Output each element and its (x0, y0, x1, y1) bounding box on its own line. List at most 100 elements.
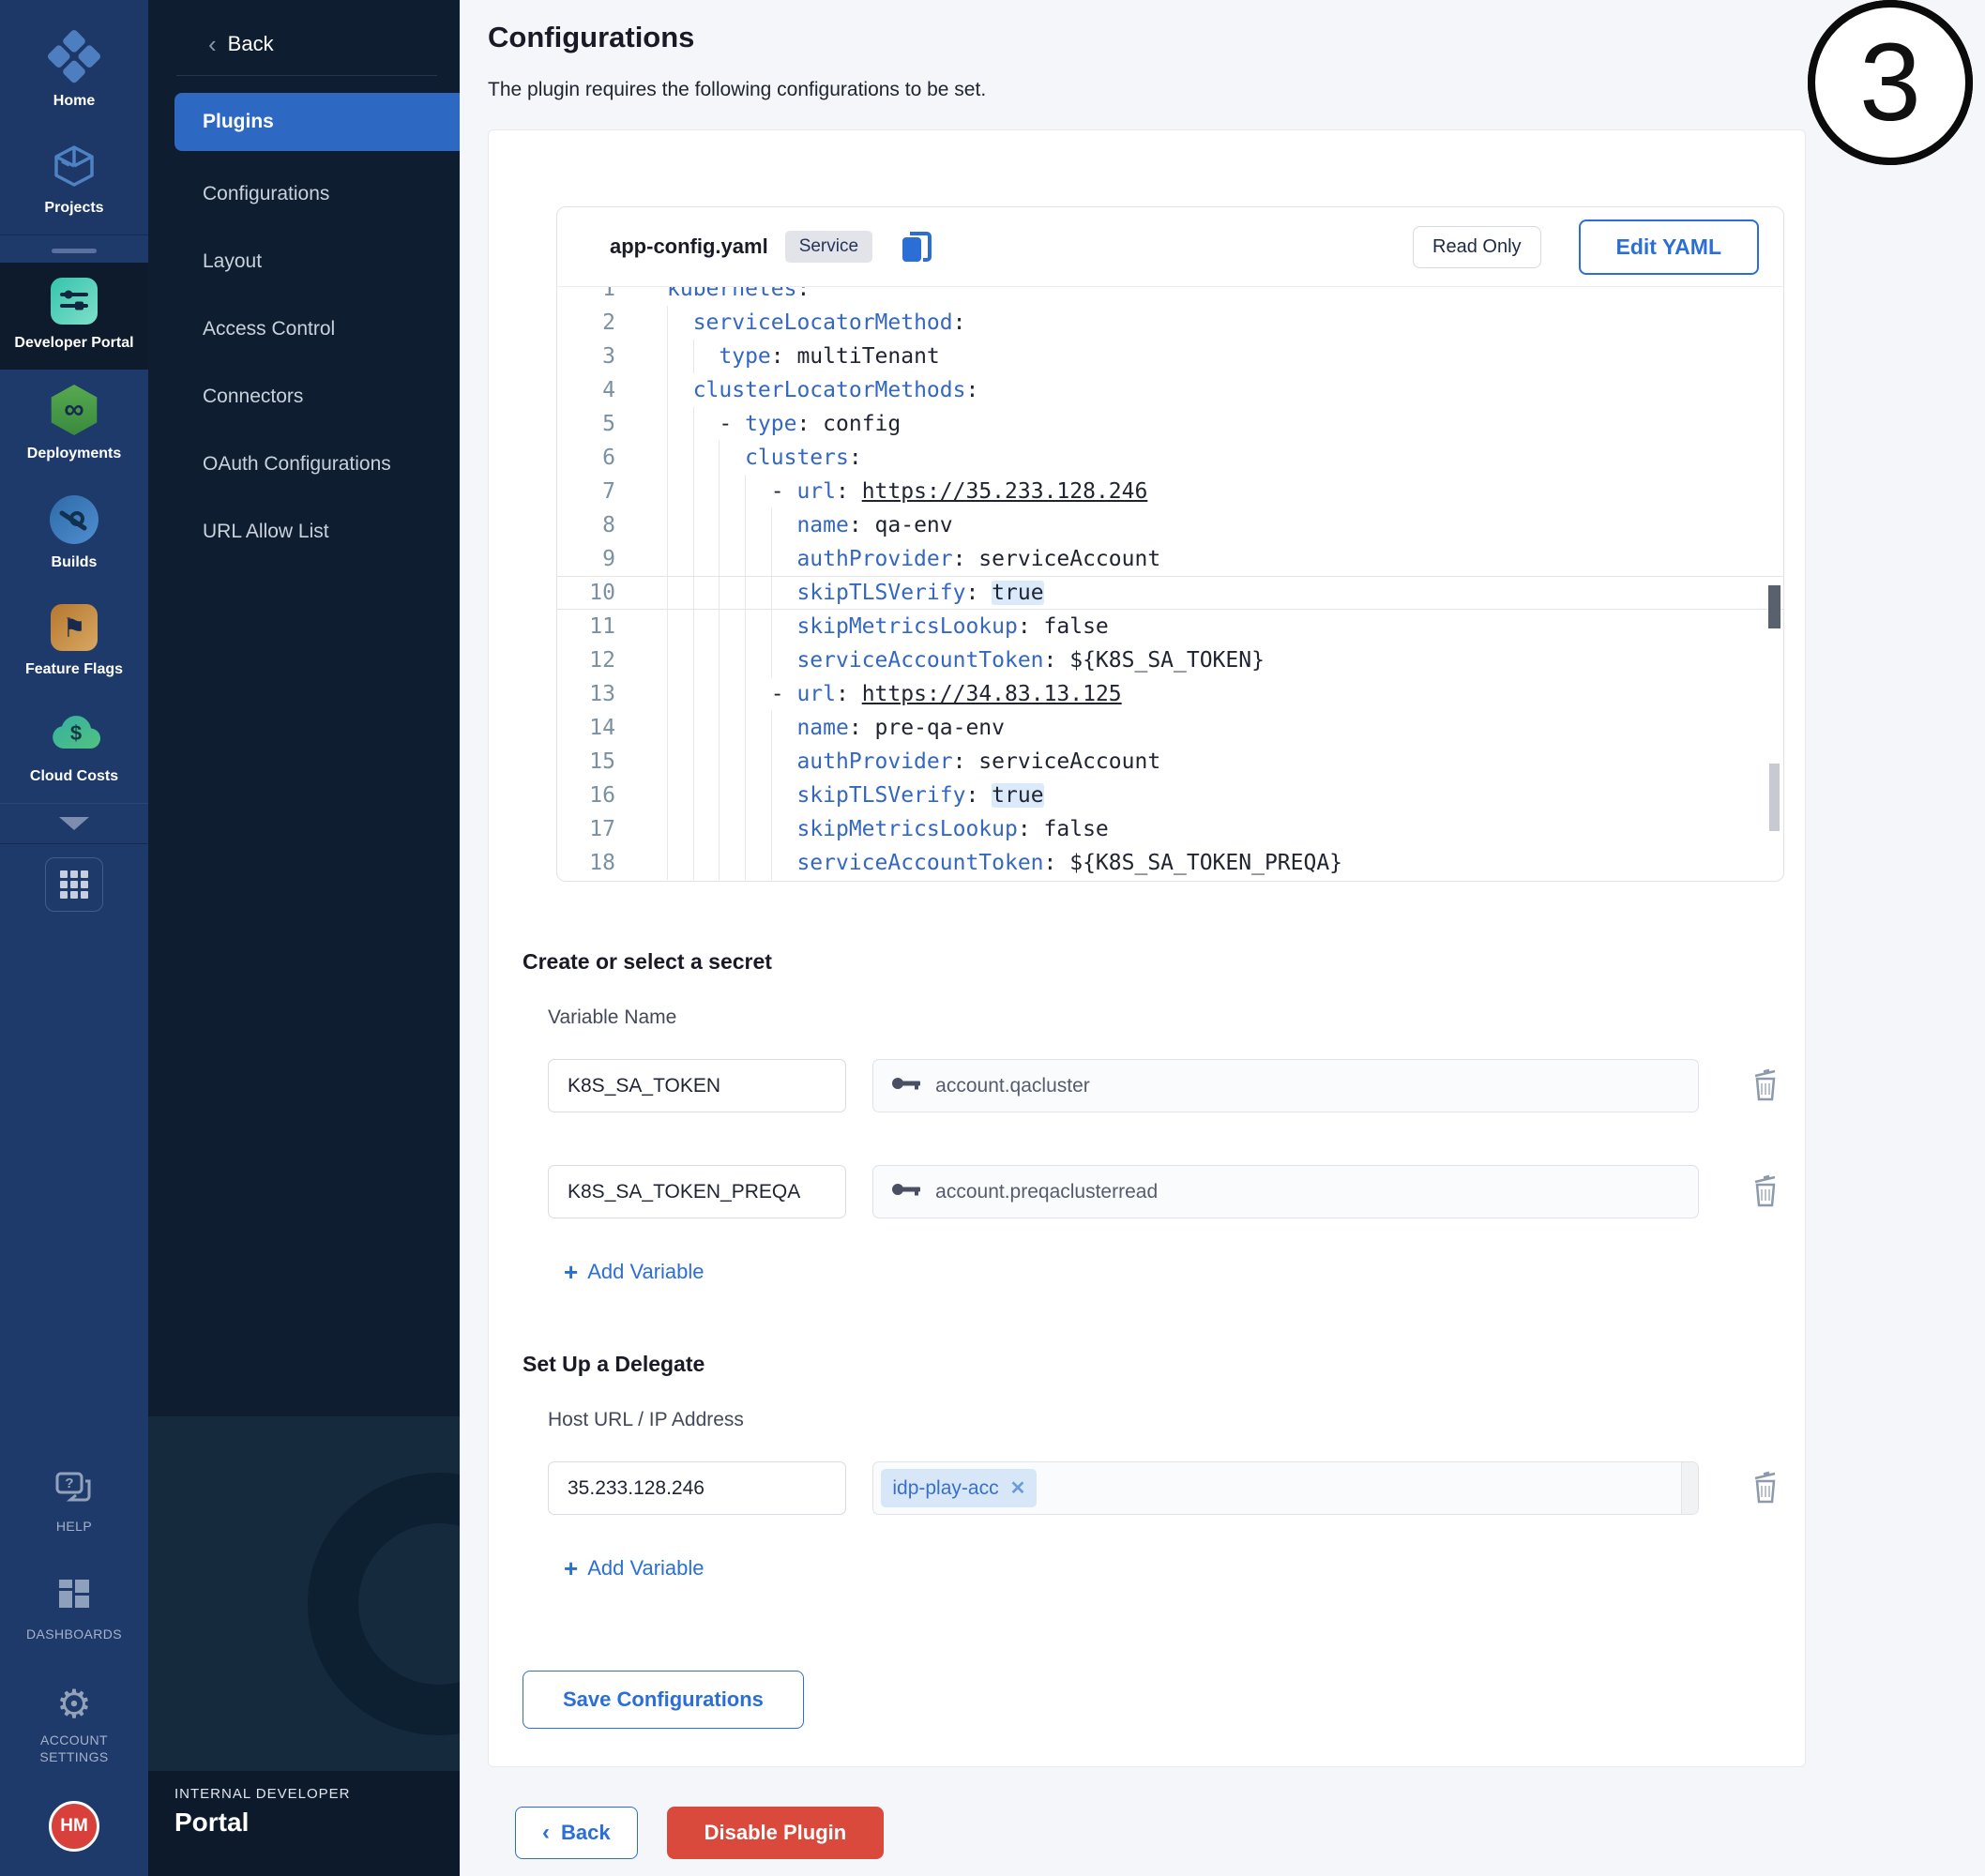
sidebar-item-feature-flags[interactable]: ⚑ Feature Flags (0, 589, 148, 696)
delete-variable-button[interactable] (1750, 1173, 1782, 1211)
sidebar-item-cloud-costs[interactable]: $ Cloud Costs (0, 696, 148, 803)
module-grid-button[interactable] (45, 857, 103, 912)
dashboards-icon (55, 1576, 93, 1618)
copy-icon[interactable] (897, 226, 936, 267)
code-line: 9authProvider: serviceAccount (557, 542, 1783, 576)
scrollbar-thumb[interactable] (1769, 764, 1780, 831)
sidebar-item-label: Developer Portal (14, 334, 133, 353)
yaml-code-viewport[interactable]: 1kubernetes:2serviceLocatorMethod:3type:… (557, 286, 1783, 881)
builds-icon (50, 495, 98, 544)
delegate-row: idp-play-acc ✕ (548, 1461, 1782, 1515)
sidebar-item-builds[interactable]: Builds (0, 480, 148, 589)
yaml-card-header: app-config.yaml Service Read Only Edit Y… (557, 207, 1783, 286)
plus-icon: + (564, 1260, 578, 1284)
drag-handle[interactable] (52, 249, 97, 253)
deployments-icon: ∞ (49, 385, 99, 435)
code-line: 14name: pre-qa-env (557, 711, 1783, 745)
variable-name-label: Variable Name (548, 1006, 1782, 1029)
svg-text:$: $ (70, 721, 82, 745)
sidebar-collapse-zone (0, 803, 148, 844)
remove-tag-icon[interactable]: ✕ (1010, 1476, 1026, 1500)
chevron-left-icon: ‹ (208, 32, 217, 56)
host-url-input[interactable] (548, 1461, 846, 1515)
sidebar-item-label: Home (53, 92, 95, 111)
sidebar-item-developer-portal[interactable]: Developer Portal (0, 263, 148, 370)
code-line: 11skipMetricsLookup: false (557, 610, 1783, 643)
sidebar-item-label: Builds (52, 553, 98, 572)
svg-text:?: ? (65, 1475, 73, 1491)
sidebar-item-deployments[interactable]: ∞ Deployments (0, 370, 148, 480)
nav-item-url-allow-list[interactable]: URL Allow List (148, 498, 460, 566)
sidebar-item-projects[interactable]: Projects (0, 128, 148, 234)
projects-cube-icon (51, 143, 98, 189)
feature-flags-icon: ⚑ (51, 604, 98, 651)
user-avatar[interactable]: HM (49, 1801, 99, 1852)
code-line: 3type: multiTenant (557, 340, 1783, 373)
chevron-down-icon[interactable] (59, 817, 89, 830)
sidebar-item-account-settings[interactable]: ⚙ ACCOUNT SETTINGS (0, 1664, 148, 1786)
back-button[interactable]: ‹ Back (515, 1807, 638, 1859)
sidebar-item-dashboards[interactable]: DASHBOARDS (0, 1555, 148, 1663)
annotation-circle-3: 3 (1808, 0, 1973, 165)
nav-back[interactable]: ‹ Back (148, 0, 460, 75)
code-line: 5- type: config (557, 407, 1783, 441)
add-variable-link[interactable]: + Add Variable (564, 1260, 705, 1284)
secrets-heading: Create or select a secret (523, 949, 1782, 975)
secret-select-field[interactable]: account.qacluster (872, 1059, 1699, 1112)
main-content: Configurations The plugin requires the f… (460, 0, 1985, 1876)
module-sidebar-top: Home Projects (0, 0, 148, 234)
nav-item-layout[interactable]: Layout (148, 228, 460, 295)
gear-icon: ⚙ (56, 1685, 92, 1724)
add-host-link[interactable]: + Add Variable (564, 1556, 705, 1581)
secret-value: account.preqaclusterread (935, 1181, 1158, 1203)
code-line: 4clusterLocatorMethods: (557, 373, 1783, 407)
nav-item-oauth-configurations[interactable]: OAuth Configurations (148, 431, 460, 498)
nav-divider (176, 75, 437, 76)
nav-item-access-control[interactable]: Access Control (148, 295, 460, 363)
code-line: 7- url: https://35.233.128.246 (557, 475, 1783, 508)
code-line: 8name: qa-env (557, 508, 1783, 542)
code-line: 2serviceLocatorMethod: (557, 306, 1783, 340)
code-line: 18serviceAccountToken: ${K8S_SA_TOKEN_PR… (557, 846, 1783, 880)
code-line: 15authProvider: serviceAccount (557, 745, 1783, 779)
variable-name-input[interactable] (548, 1059, 846, 1112)
secret-value: account.qacluster (935, 1075, 1090, 1097)
tag-field-strip (1681, 1462, 1698, 1514)
page-title: Configurations (488, 21, 1985, 54)
edit-yaml-button[interactable]: Edit YAML (1579, 219, 1759, 275)
delete-delegate-button[interactable] (1750, 1470, 1782, 1507)
yaml-filename: app-config.yaml (610, 234, 768, 259)
disable-plugin-button[interactable]: Disable Plugin (667, 1807, 885, 1859)
sidebar-divider (0, 234, 148, 263)
code-line: 6clusters: (557, 441, 1783, 475)
variable-name-input[interactable] (548, 1165, 846, 1218)
yaml-editor-card: app-config.yaml Service Read Only Edit Y… (556, 206, 1784, 882)
sidebar-item-label: Deployments (27, 445, 121, 463)
sidebar-item-label: Projects (44, 199, 103, 218)
cloud-costs-icon: $ (51, 711, 98, 758)
delegate-tag-chip: idp-play-acc ✕ (881, 1469, 1037, 1507)
scrollbar-marker[interactable] (1768, 585, 1780, 628)
nav-item-connectors[interactable]: Connectors (148, 363, 460, 431)
help-icon: ? (53, 1470, 95, 1510)
code-line: 10skipTLSVerify: true (557, 576, 1783, 610)
sidebar-item-home[interactable]: Home (0, 21, 148, 128)
host-url-label: Host URL / IP Address (548, 1409, 1782, 1431)
sidebar-item-label: Cloud Costs (30, 767, 118, 786)
module-sidebar: Home Projects Developer Portal ∞ Deploym… (0, 0, 148, 1876)
nav-item-plugins[interactable]: Plugins (174, 93, 460, 151)
save-configurations-button[interactable]: Save Configurations (523, 1671, 804, 1729)
secret-select-field[interactable]: account.preqaclusterread (872, 1165, 1699, 1218)
sidebar-item-help[interactable]: ? HELP (0, 1449, 148, 1555)
plugin-nav-sidebar: ‹ Back Plugins Configurations Layout Acc… (148, 0, 460, 1876)
page: Home Projects Developer Portal ∞ Deploym… (0, 0, 1985, 1876)
secret-row: account.qacluster (548, 1059, 1782, 1112)
delete-variable-button[interactable] (1750, 1067, 1782, 1105)
plus-icon: + (564, 1556, 578, 1581)
code-line: 17skipMetricsLookup: false (557, 812, 1783, 846)
nav-item-configurations[interactable]: Configurations (148, 160, 460, 228)
code-line: 12serviceAccountToken: ${K8S_SA_TOKEN} (557, 643, 1783, 677)
delegate-tags-field[interactable]: idp-play-acc ✕ (872, 1461, 1699, 1515)
key-icon (890, 1073, 922, 1098)
grid-icon (60, 870, 88, 899)
